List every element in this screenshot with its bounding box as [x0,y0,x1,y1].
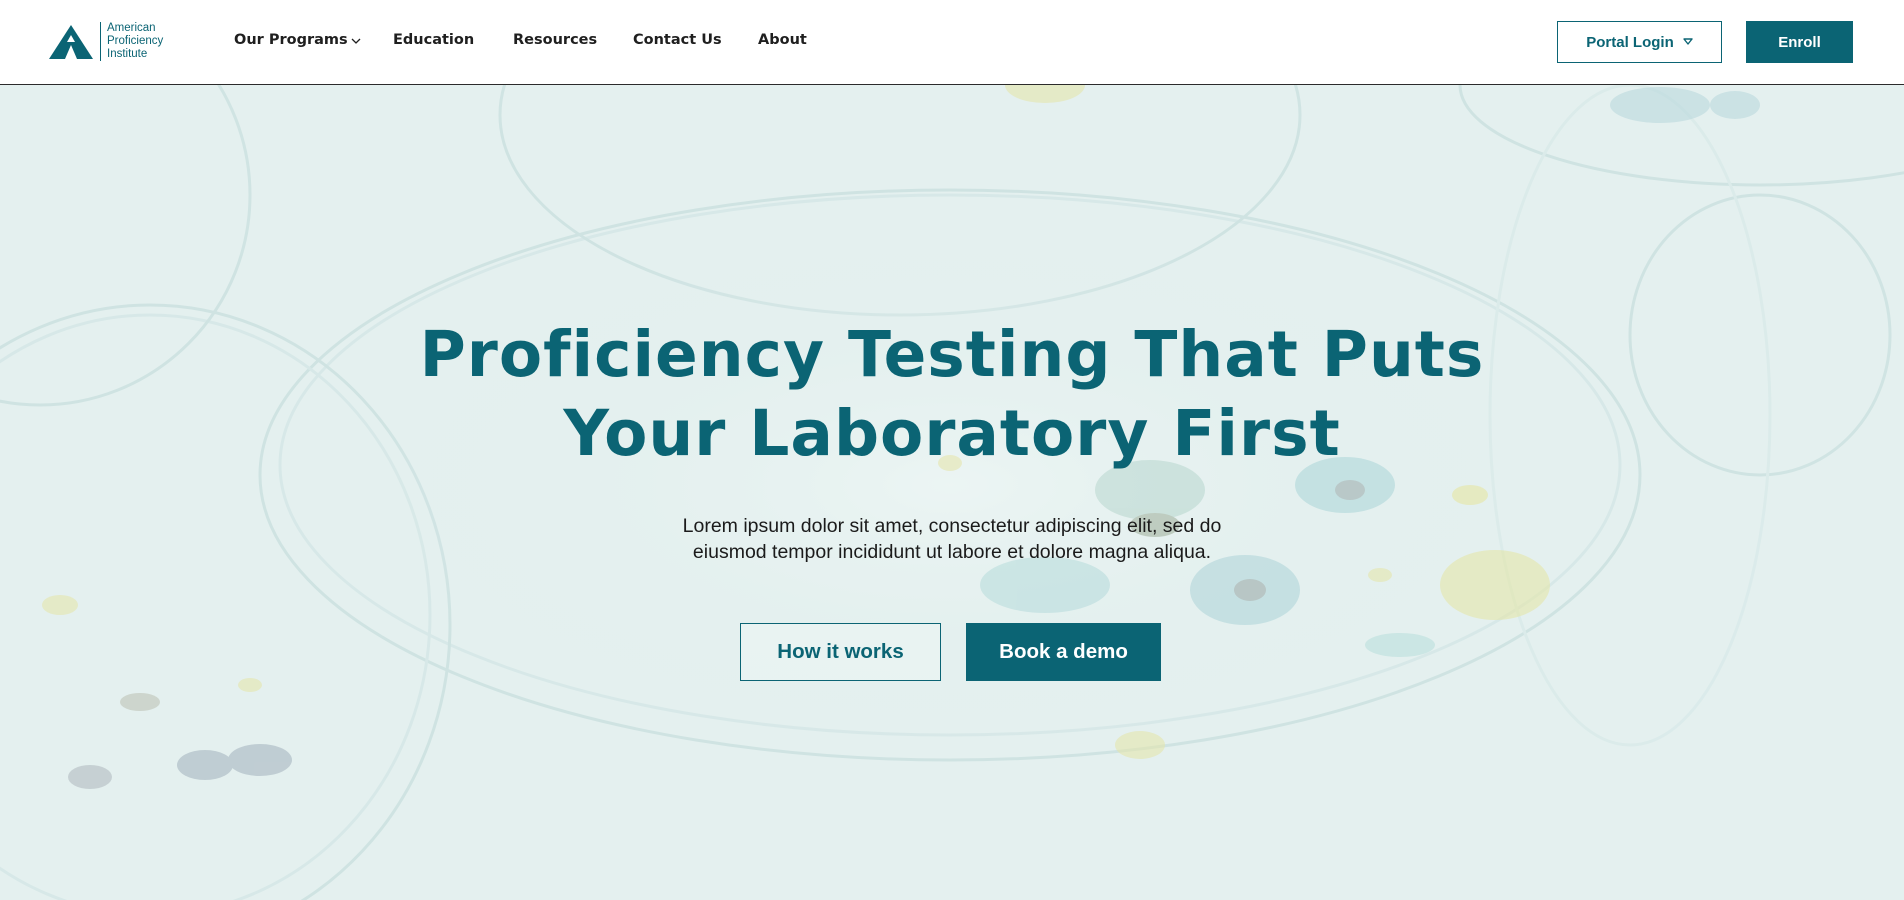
enroll-button[interactable]: Enroll [1746,21,1853,63]
nav-item-contact-us[interactable]: Contact Us [633,32,722,48]
hero-title-line-2: Your Laboratory First [563,397,1341,470]
nav-item-resources[interactable]: Resources [513,32,597,48]
portal-login-label: Portal Login [1586,33,1674,51]
nav-item-label: Education [393,32,475,48]
brand-logo[interactable]: American Proficiency Institute [48,22,163,61]
hero-subtitle-line-1: Lorem ipsum dolor sit amet, consectetur … [682,515,1222,537]
mountain-logo-icon [49,24,93,59]
nav-item-label: Resources [513,32,598,48]
hero-section: Proficiency Testing That Puts Your Labor… [0,85,1904,900]
caret-down-icon [1683,38,1693,45]
chevron-down-icon [351,38,361,44]
book-demo-button[interactable]: Book a demo [966,623,1161,681]
brand-name-line-1: American [107,22,156,34]
site-header: American Proficiency Institute Our Progr… [0,0,1904,85]
nav-item-about[interactable]: About [758,32,807,48]
brand-name-line-3: Institute [107,48,148,60]
nav-item-label: About [758,32,807,48]
book-demo-label: Book a demo [999,640,1128,663]
nav-item-label: Contact Us [633,32,722,48]
enroll-label: Enroll [1778,33,1821,51]
nav-item-our-programs[interactable]: Our Programs [234,32,361,48]
nav-item-education[interactable]: Education [393,32,474,48]
hero-subtitle: Lorem ipsum dolor sit amet, consectetur … [652,513,1252,565]
hero-title: Proficiency Testing That Puts Your Labor… [0,315,1904,473]
hero-title-line-1: Proficiency Testing That Puts [419,318,1485,391]
brand-name: American Proficiency Institute [100,22,163,61]
brand-name-line-2: Proficiency [107,35,164,47]
how-it-works-button[interactable]: How it works [740,623,941,681]
hero-subtitle-line-2: eiusmod tempor incididunt ut labore et d… [692,541,1212,563]
petri-dish-background-image [0,85,1904,900]
nav-item-label: Our Programs [234,32,348,48]
how-it-works-label: How it works [777,640,904,663]
portal-login-button[interactable]: Portal Login [1557,21,1722,63]
